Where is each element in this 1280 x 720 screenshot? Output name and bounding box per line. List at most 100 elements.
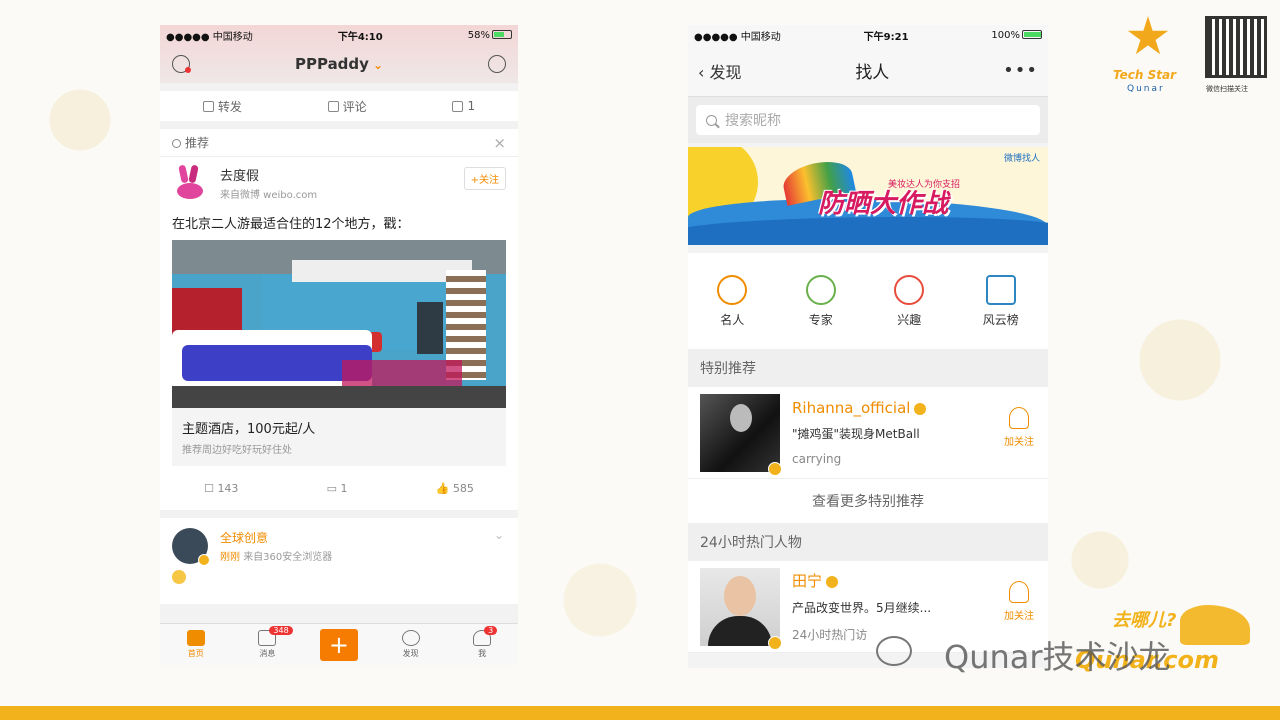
post-image[interactable] <box>172 240 506 408</box>
clock: 下午4:10 <box>337 31 383 43</box>
comment-count-button[interactable]: ▭ 1 <box>327 482 348 495</box>
radar-icon[interactable] <box>487 55 506 73</box>
tab-discover[interactable]: 发现 <box>391 630 431 659</box>
person-tag: 24小时热门访 <box>792 628 868 642</box>
category-interest[interactable]: 兴趣 <box>894 274 925 328</box>
search-icon <box>706 114 717 126</box>
comment-button[interactable]: 评论 <box>327 98 367 115</box>
add-follow-button[interactable]: 加关注 <box>1004 407 1034 448</box>
post-author-row: 去度假 来自微博 weibo.com +关注 <box>160 157 518 209</box>
back-label: 发现 <box>709 62 742 82</box>
tab-messages[interactable]: 348 消息 <box>247 626 293 659</box>
profile-icon[interactable] <box>172 55 191 73</box>
carrier: ●●●●● 中国移动 <box>166 31 253 43</box>
link-title: 主题酒店，100元起/人 <box>182 422 316 437</box>
person-desc: 产品改变世界。5月继续... <box>792 601 932 615</box>
page-title: 找人 <box>855 63 890 83</box>
vip-icon <box>826 575 839 588</box>
banner-title: 防晒大作战 <box>818 189 949 219</box>
post-time: 刚刚 <box>220 552 240 563</box>
list-item[interactable]: Rihanna_official "摊鸡蛋"装现身MetBall carryin… <box>688 387 1048 479</box>
category-row: 名人 专家 兴趣 风云榜 <box>688 253 1048 349</box>
category-expert[interactable]: 专家 <box>805 274 836 328</box>
person-name[interactable]: Rihanna_official <box>792 399 927 417</box>
person-tag: carrying <box>792 452 842 466</box>
author-name[interactable]: 去度假 <box>220 165 317 184</box>
notification-dot <box>185 67 191 73</box>
link-subtitle: 推荐周边好吃好玩好住处 <box>182 445 292 456</box>
heart-icon <box>894 274 925 305</box>
post-meta: 刚刚 来自360安全浏览器 <box>220 548 332 563</box>
tab-label: 我 <box>478 649 487 658</box>
group-selector[interactable]: PPPaddy ⌄ <box>295 55 383 73</box>
repost-count: 143 <box>217 481 239 495</box>
post-source: 来自360安全浏览器 <box>243 552 333 563</box>
tab-label: 首页 <box>187 649 204 658</box>
like-button[interactable]: 1 <box>452 99 475 113</box>
verified-icon <box>768 635 782 650</box>
status-bar: ●●●●● 中国移动 下午4:10 58% <box>160 25 518 45</box>
star-icon <box>1127 16 1169 55</box>
more-icon[interactable]: ••• <box>1003 60 1038 81</box>
unread-badge: 3 <box>484 626 498 635</box>
banner-tag: 微博找人 <box>1003 154 1040 164</box>
search-input[interactable]: 搜索昵称 <box>696 105 1040 135</box>
add-follow-button[interactable]: 加关注 <box>1004 581 1034 622</box>
avatar[interactable] <box>172 528 210 566</box>
tech-star-logo: Tech Star Qunar <box>1113 16 1183 96</box>
like-count-2: 585 <box>452 481 474 495</box>
promo-banner[interactable]: 微博找人 美妆达人为你支招 防晒大作战 <box>688 147 1048 245</box>
battery-icon <box>491 30 512 39</box>
battery-percent: 58% <box>467 29 490 41</box>
back-button[interactable]: ‹ 发现 <box>698 59 742 83</box>
category-celebrity[interactable]: 名人 <box>717 274 748 328</box>
like-count: 1 <box>467 99 476 113</box>
author-name[interactable]: 全球创意 <box>220 529 332 546</box>
tab-compose[interactable]: + <box>319 628 359 661</box>
add-user-icon <box>1009 581 1029 603</box>
comment-count: 1 <box>340 481 348 495</box>
tab-home[interactable]: 首页 <box>176 630 216 659</box>
weibo-feed-screen: ●●●●● 中国移动 下午4:10 58% PPPaddy ⌄ 转发 评论 1 推… <box>160 25 518 665</box>
chevron-down-icon[interactable]: ⌄ <box>494 528 504 542</box>
category-label: 风云榜 <box>982 312 1019 327</box>
recommended-post: 推荐 × 去度假 来自微博 weibo.com +关注 在北京二人游最适合住的1… <box>160 129 518 510</box>
person-name[interactable]: 田宁 <box>792 570 931 591</box>
verified-icon <box>768 461 782 476</box>
battery-percent: 100% <box>991 29 1020 41</box>
nav-bar: ‹ 发现 找人 ••• <box>688 45 1048 97</box>
qr-code <box>1205 16 1267 78</box>
post-action-bar: 转发 评论 1 <box>160 91 518 121</box>
person-icon <box>717 274 748 305</box>
comment-icon <box>327 100 339 112</box>
category-ranking[interactable]: 风云榜 <box>982 274 1019 328</box>
nav-bar: PPPaddy ⌄ <box>160 45 518 83</box>
link-card[interactable]: 主题酒店，100元起/人 推荐周边好吃好玩好住处 <box>172 408 506 466</box>
repost-button[interactable]: 转发 <box>202 98 242 115</box>
battery-indicator: 100% <box>991 30 1042 41</box>
logo-subtext: Qunar <box>1127 84 1165 94</box>
avatar[interactable] <box>172 164 208 201</box>
close-icon[interactable]: × <box>493 134 506 152</box>
logo-text: Tech Star <box>1113 68 1177 82</box>
like-icon <box>452 100 464 112</box>
follow-button[interactable]: +关注 <box>463 167 506 190</box>
status-bar: ●●●●● 中国移动 下午9:21 100% <box>688 25 1048 45</box>
repost-count-button[interactable]: ☐ 143 <box>204 482 238 495</box>
repost-label: 转发 <box>217 99 242 114</box>
tab-me[interactable]: 3我 <box>462 626 502 659</box>
search-icon <box>401 630 420 646</box>
trophy-icon <box>985 274 1016 305</box>
avatar[interactable] <box>700 393 782 476</box>
add-user-icon <box>1009 407 1029 429</box>
tab-bar: 首页 348 消息 + 发现 3我 <box>160 623 518 665</box>
view-more-button[interactable]: 查看更多特别推荐 <box>688 479 1048 523</box>
battery-indicator: 58% <box>468 30 512 41</box>
like-count-button[interactable]: 👍 585 <box>436 482 474 495</box>
carrier: ●●●●● 中国移动 <box>694 31 781 43</box>
category-label: 兴趣 <box>897 312 922 327</box>
avatar[interactable] <box>700 567 782 650</box>
feed-post: ⌄ 全球创意 刚刚 来自360安全浏览器 <box>160 518 518 604</box>
clock: 下午9:21 <box>863 31 909 43</box>
recommend-icon <box>172 139 181 148</box>
